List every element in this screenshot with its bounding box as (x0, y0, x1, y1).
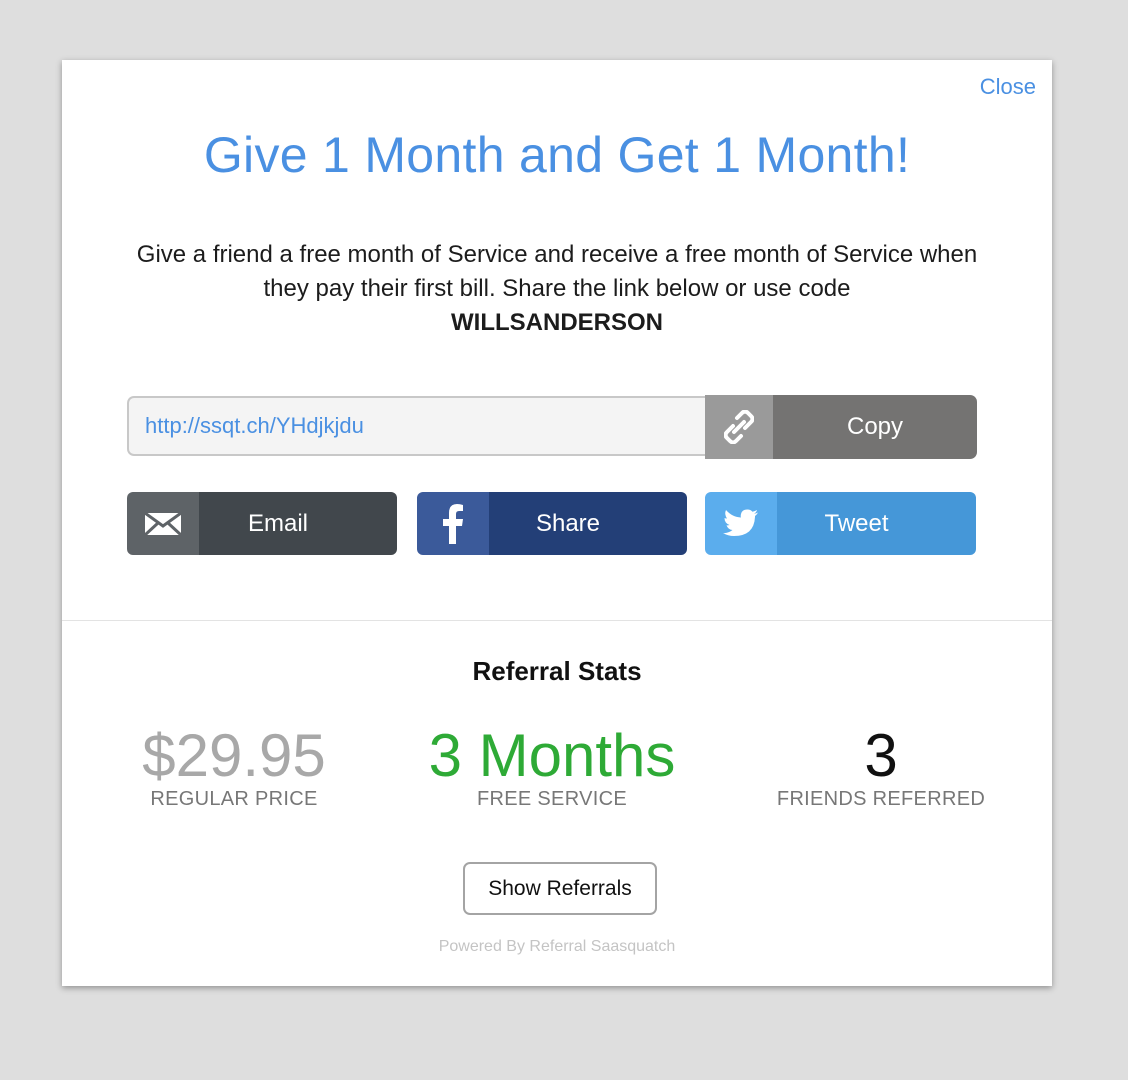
stat-friends-referred: 3 FRIENDS REFERRED (731, 724, 1031, 811)
link-icon (705, 395, 773, 459)
email-share-button[interactable]: Email (127, 492, 397, 555)
show-referrals-button[interactable]: Show Referrals (463, 862, 657, 915)
share-buttons: Email Share Tweet (127, 492, 977, 556)
share-link-row: Copy (127, 395, 977, 460)
facebook-share-label: Share (489, 492, 687, 555)
section-divider (62, 620, 1052, 621)
facebook-icon (417, 492, 489, 555)
powered-by-text: Powered By Referral Saasquatch (438, 938, 676, 955)
regular-price-value: $29.95 (142, 722, 326, 789)
headline: Give 1 Month and Get 1 Month! (203, 127, 911, 183)
stat-regular-price: $29.95 REGULAR PRICE (84, 724, 384, 811)
description-text: Give a friend a free month of Service an… (136, 241, 978, 302)
share-link-input[interactable] (127, 396, 705, 456)
regular-price-caption: REGULAR PRICE (150, 788, 318, 810)
referral-modal: Close Give 1 Month and Get 1 Month! Give… (62, 60, 1052, 986)
copy-button[interactable]: Copy (773, 395, 977, 459)
envelope-icon (127, 492, 199, 555)
stats-title: Referral Stats (472, 656, 642, 686)
friends-referred-caption: FRIENDS REFERRED (776, 788, 986, 810)
referral-code: WILLSANDERSON (451, 309, 663, 336)
close-button[interactable]: Close (980, 74, 1036, 100)
free-service-value: 3 Months (428, 722, 676, 789)
twitter-tweet-label: Tweet (777, 492, 976, 555)
stat-free-service: 3 Months FREE SERVICE (402, 724, 702, 811)
description: Give a friend a free month of Service an… (122, 238, 992, 340)
twitter-bird-icon (705, 492, 777, 555)
chain-link-icon (724, 410, 754, 444)
twitter-tweet-button[interactable]: Tweet (705, 492, 976, 555)
email-share-label: Email (199, 492, 397, 555)
free-service-caption: FREE SERVICE (477, 788, 627, 810)
friends-referred-value: 3 (864, 722, 898, 789)
facebook-share-button[interactable]: Share (417, 492, 687, 555)
